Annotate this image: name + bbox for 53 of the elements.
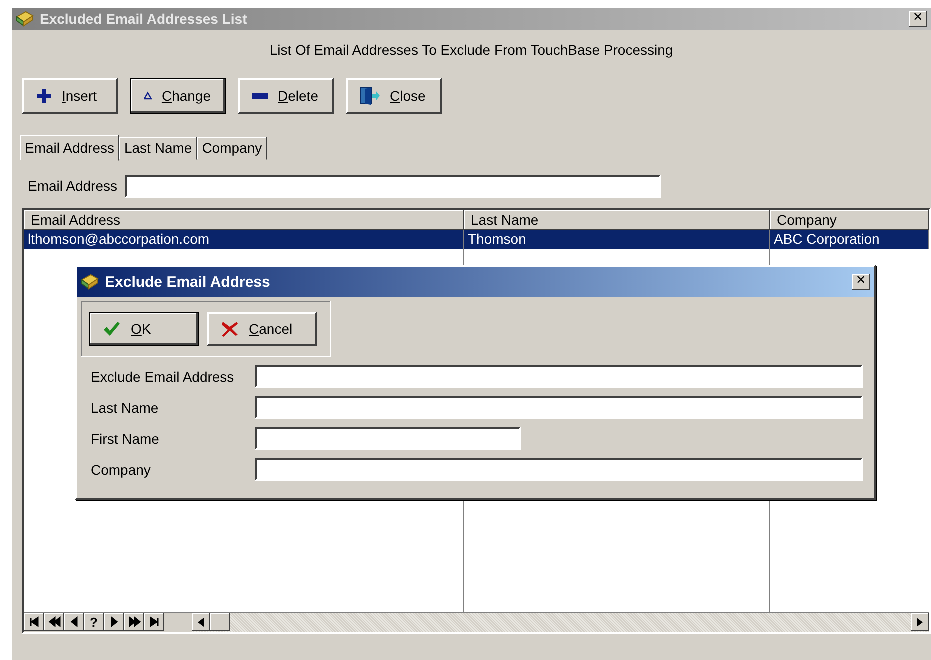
table-row[interactable]: lthomson@abccorpation.com Thomson ABC Corporation <box>24 230 929 249</box>
tab[interactable]: Last Name <box>119 137 198 160</box>
field-label: Exclude Email Address <box>91 368 236 384</box>
navigator-button[interactable] <box>24 613 44 631</box>
plus-icon <box>36 88 52 104</box>
change-button[interactable]: Change <box>130 78 226 114</box>
scroll-thumb[interactable] <box>210 613 230 631</box>
check-icon <box>103 320 121 336</box>
field-label: Email Address <box>28 178 118 194</box>
navigator-button[interactable] <box>124 613 144 631</box>
dialog-close-button[interactable]: × <box>852 274 870 290</box>
horizontal-scrollbar[interactable] <box>192 613 929 632</box>
column-header[interactable]: Company <box>770 210 929 230</box>
navigator-button[interactable] <box>64 613 84 631</box>
field-label: First Name <box>91 430 160 446</box>
double-left-arrow-icon <box>48 616 60 628</box>
table-cell: Thomson <box>464 230 770 249</box>
tab[interactable]: Company <box>197 137 268 160</box>
last-record-icon <box>148 616 160 628</box>
insert-button[interactable]: Insert <box>22 78 118 114</box>
scroll-left-icon <box>198 618 204 626</box>
window-icon <box>16 11 34 27</box>
field-label: Company <box>91 462 152 478</box>
dialog-icon <box>81 274 99 290</box>
scroll-right-icon <box>917 618 923 626</box>
navigator-button[interactable] <box>44 613 64 631</box>
exit-door-icon <box>360 86 380 106</box>
text-field[interactable] <box>255 365 863 388</box>
text-field[interactable] <box>255 396 863 419</box>
close-button[interactable]: × <box>909 11 927 27</box>
field-label: Last Name <box>91 400 160 416</box>
close-button[interactable]: Close <box>346 78 442 114</box>
navigator-button[interactable] <box>104 613 124 631</box>
text-field[interactable] <box>255 427 521 450</box>
ok-button[interactable]: OK <box>89 312 199 346</box>
delete-button[interactable]: Delete <box>238 78 334 114</box>
help-button[interactable]: ? <box>84 613 104 631</box>
column-header[interactable]: Email Address <box>24 210 464 230</box>
cancel-button[interactable]: Cancel <box>207 312 317 346</box>
minus-icon <box>252 93 268 99</box>
double-right-arrow-icon <box>128 616 140 628</box>
table-cell: ABC Corporation <box>770 230 929 249</box>
cross-icon <box>221 321 239 337</box>
text-field[interactable] <box>255 458 863 481</box>
first-record-icon <box>28 616 40 628</box>
window-title: Excluded Email Addresses List <box>40 11 248 27</box>
email-search-field[interactable] <box>125 174 662 198</box>
dialog-title: Exclude Email Address <box>105 274 272 290</box>
tab[interactable]: Email Address <box>20 135 120 161</box>
navigator-button[interactable] <box>144 613 164 631</box>
column-header[interactable]: Last Name <box>464 210 770 230</box>
list-heading: List Of Email Addresses To Exclude From TouchBase Processing <box>268 41 674 60</box>
table-cell: lthomson@abccorpation.com <box>24 230 464 249</box>
